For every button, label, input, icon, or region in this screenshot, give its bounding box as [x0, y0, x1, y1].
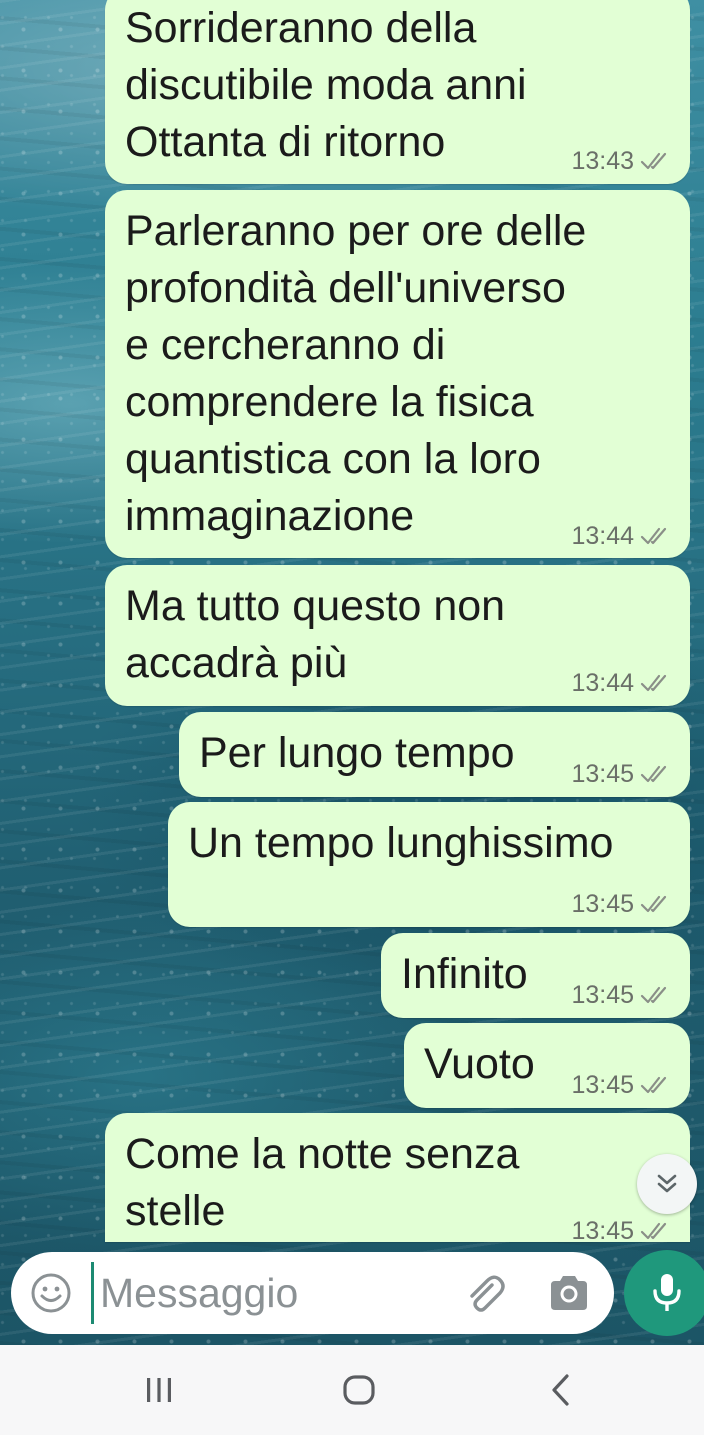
- message-time: 13:45: [571, 890, 634, 918]
- message-time: 13:45: [571, 1071, 634, 1099]
- message-bubble[interactable]: Come la notte senza stelle 13:45: [105, 1113, 690, 1242]
- message-meta: 13:43: [571, 147, 670, 175]
- home-icon[interactable]: [339, 1370, 379, 1410]
- double-check-icon: [640, 1076, 667, 1094]
- message-meta: 13:45: [571, 1071, 670, 1099]
- double-check-icon: [640, 986, 667, 1004]
- message-text: Infinito: [401, 950, 528, 998]
- message-time: 13:45: [571, 981, 634, 1009]
- system-nav-bar: [0, 1345, 704, 1435]
- message-bubble[interactable]: Vuoto 13:45: [404, 1023, 690, 1108]
- double-check-icon: [640, 765, 667, 783]
- microphone-icon: [653, 1274, 681, 1311]
- message-time: 13:45: [571, 1217, 634, 1242]
- message-meta: 13:45: [571, 890, 670, 918]
- message-time: 13:43: [571, 147, 634, 175]
- message-bubble[interactable]: Ma tutto questo non accadrà più 13:44: [105, 565, 690, 706]
- double-chevron-down-icon: [657, 1174, 677, 1193]
- double-check-icon: [640, 152, 667, 170]
- message-meta: 13:44: [571, 669, 670, 697]
- message-meta: 13:45: [571, 760, 670, 788]
- message-text: Ma tutto questo non accadrà più: [125, 582, 506, 687]
- message-time: 13:44: [571, 522, 634, 550]
- paperclip-icon[interactable]: [464, 1271, 508, 1315]
- message-composer: [11, 1252, 614, 1334]
- double-check-icon: [640, 1222, 667, 1240]
- message-bubble[interactable]: Parleranno per ore delle profondità dell…: [105, 190, 690, 558]
- emoji-icon[interactable]: [30, 1272, 72, 1314]
- message-meta: 13:45: [571, 981, 670, 1009]
- message-text: Per lungo tempo: [199, 729, 515, 777]
- message-text: Come la notte senza stelle: [125, 1130, 520, 1235]
- message-bubble[interactable]: Infinito 13:45: [381, 933, 690, 1018]
- message-text: Parleranno per ore delle profondità dell…: [125, 207, 587, 540]
- message-time: 13:44: [571, 669, 634, 697]
- double-check-icon: [640, 527, 667, 545]
- message-text: Sorrideranno della discutibile moda anni…: [125, 4, 527, 166]
- double-check-icon: [640, 674, 667, 692]
- message-meta: 13:44: [571, 522, 670, 550]
- double-check-icon: [640, 895, 667, 913]
- recents-icon[interactable]: [139, 1370, 179, 1410]
- message-bubble[interactable]: Sorrideranno della discutibile moda anni…: [105, 0, 690, 184]
- message-meta: 13:45: [571, 1217, 670, 1242]
- message-input[interactable]: [91, 1262, 451, 1324]
- camera-icon[interactable]: [547, 1273, 591, 1313]
- message-time: 13:45: [571, 760, 634, 788]
- message-bubble[interactable]: Per lungo tempo 13:45: [179, 712, 690, 797]
- message-text: Vuoto: [424, 1040, 535, 1088]
- microphone-button[interactable]: [624, 1250, 704, 1336]
- back-icon[interactable]: [541, 1370, 581, 1410]
- scroll-to-bottom-button[interactable]: [637, 1154, 697, 1214]
- message-text: Un tempo lunghissimo: [188, 819, 614, 867]
- message-bubble[interactable]: Un tempo lunghissimo 13:45: [168, 802, 690, 927]
